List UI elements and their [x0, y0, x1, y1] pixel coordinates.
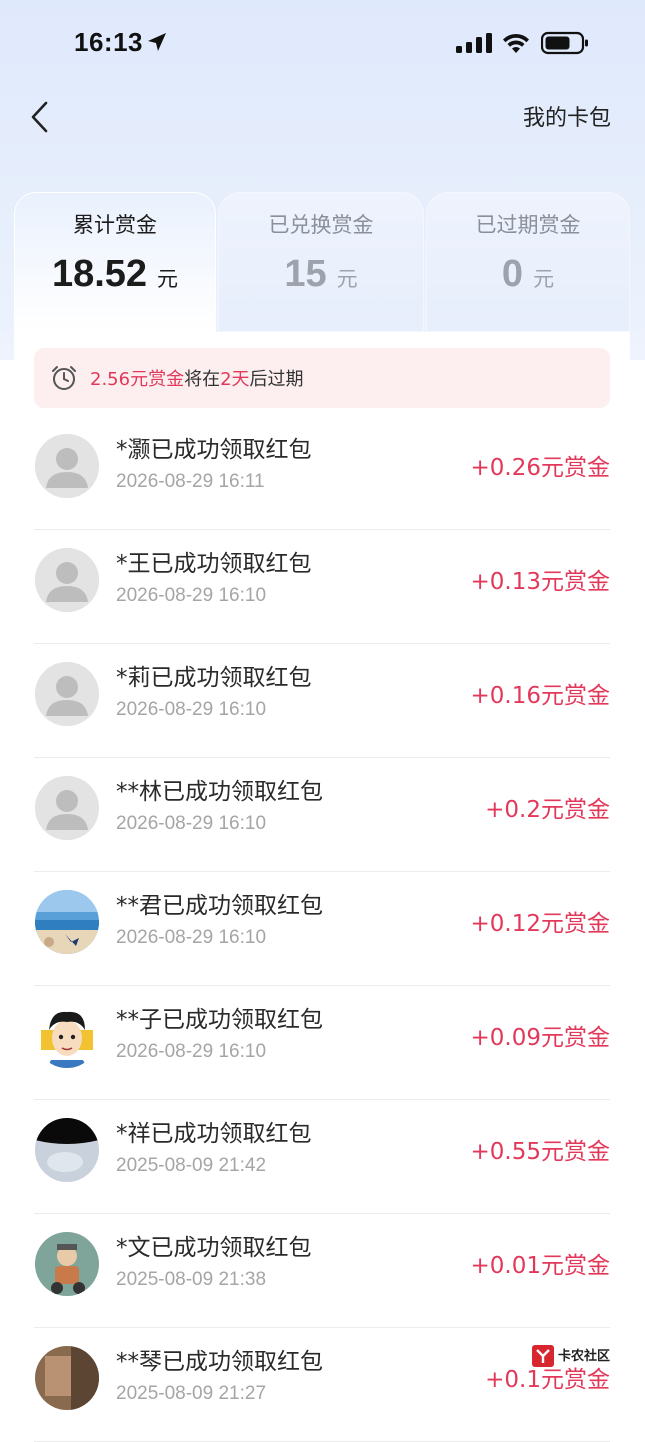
record-item[interactable]: **子已成功领取红包 2026-08-29 16:10 +0.09元赏金: [34, 986, 610, 1100]
record-time: 2025-08-09 21:42: [116, 1155, 267, 1176]
tab-label: 已过期赏金: [475, 213, 581, 237]
expiry-notice-text: 2.56元赏金将在2天后过期: [90, 365, 304, 391]
beach-photo-avatar-image: [35, 890, 99, 954]
record-title: **子已成功领取红包: [116, 1007, 323, 1033]
brown-photo-avatar-image: [35, 1346, 99, 1410]
dark-photo-avatar-image: [35, 1118, 99, 1182]
default-avatar-image: [35, 662, 99, 726]
default-avatar: [35, 548, 99, 612]
record-time: 2026-08-29 16:10: [116, 813, 267, 834]
my-card-wallet-link[interactable]: 我的卡包: [523, 100, 611, 132]
scooter-photo-avatar-image: [35, 1232, 99, 1296]
record-amount: +0.12元赏金: [470, 911, 610, 937]
cartoon-man-avatar: [35, 1004, 99, 1068]
expiring-days: 2天: [220, 369, 250, 390]
record-item[interactable]: *祥已成功领取红包 2025-08-09 21:42 +0.55元赏金: [34, 1100, 610, 1214]
record-item[interactable]: *文已成功领取红包 2025-08-09 21:38 +0.01元赏金: [34, 1214, 610, 1328]
record-time: 2025-08-09 21:27: [116, 1383, 267, 1404]
expiry-notice: 2.56元赏金将在2天后过期: [34, 348, 610, 408]
status-time: 16:13: [74, 27, 143, 57]
cellular-signal-icon: [456, 33, 492, 53]
record-item[interactable]: *莉已成功领取红包 2026-08-29 16:10 +0.16元赏金: [34, 644, 610, 758]
tab-amount-unit: 元: [336, 267, 358, 291]
record-time: 2026-08-29 16:10: [116, 585, 267, 606]
record-amount: +0.13元赏金: [470, 569, 610, 595]
wifi-icon: [503, 33, 529, 53]
record-time: 2025-08-09 21:38: [116, 1269, 267, 1290]
default-avatar-image: [35, 776, 99, 840]
back-chevron-icon[interactable]: [28, 100, 52, 134]
battery-icon: [541, 31, 588, 55]
tab-label: 已兑换赏金: [268, 213, 374, 237]
record-amount: +0.09元赏金: [470, 1025, 610, 1051]
tab-amount: 15 元: [219, 253, 423, 296]
tab-redeemed-reward[interactable]: 已兑换赏金 15 元: [218, 192, 424, 332]
alarm-clock-icon: [52, 366, 76, 390]
record-item[interactable]: **君已成功领取红包 2026-08-29 16:10 +0.12元赏金: [34, 872, 610, 986]
record-amount: +0.2元赏金: [485, 797, 610, 823]
dark-photo-avatar: [35, 1118, 99, 1182]
tab-expired-reward[interactable]: 已过期赏金 0元: [426, 192, 630, 332]
scooter-photo-avatar: [35, 1232, 99, 1296]
reward-panel: 2.56元赏金将在2天后过期 *灏已成功领取红包 2026-08-29 16:11…: [14, 332, 630, 1442]
tab-amount: 18.52 元: [15, 253, 215, 296]
watermark-text: 卡农社区: [558, 1348, 610, 1364]
notice-mid-text: 将在: [184, 369, 221, 390]
record-time: 2026-08-29 16:10: [116, 927, 267, 948]
record-title: *祥已成功领取红包: [116, 1121, 312, 1147]
tab-amount-value: 18.52: [51, 253, 148, 295]
tab-amount: 0元: [427, 253, 629, 296]
status-bar: 16:13: [0, 0, 645, 88]
tab-amount-value: 15: [284, 253, 327, 295]
record-title: *王已成功领取红包: [116, 551, 312, 577]
record-item[interactable]: *王已成功领取红包 2026-08-29 16:10 +0.13元赏金: [34, 530, 610, 644]
record-amount: +0.01元赏金: [470, 1253, 610, 1279]
record-amount: +0.55元赏金: [470, 1139, 610, 1165]
record-title: *莉已成功领取红包: [116, 665, 312, 691]
record-time: 2026-08-29 16:11: [116, 471, 265, 492]
record-item[interactable]: **林已成功领取红包 2026-08-29 16:10 +0.2元赏金: [34, 758, 610, 872]
record-amount: +0.26元赏金: [470, 455, 610, 481]
watermark-logo: 卡农社区: [532, 1345, 610, 1367]
tab-amount-unit: 元: [157, 267, 179, 291]
beach-photo-avatar: [35, 890, 99, 954]
record-title: *文已成功领取红包: [116, 1235, 312, 1261]
record-time: 2026-08-29 16:10: [116, 1041, 267, 1062]
record-title: **琴已成功领取红包: [116, 1349, 323, 1375]
tab-amount-value: 0: [501, 253, 524, 295]
cartoon-man-avatar-image: [35, 1004, 99, 1068]
tab-total-reward[interactable]: 累计赏金 18.52 元: [14, 192, 216, 332]
record-item[interactable]: **琴已成功领取红包 2025-08-09 21:27 +0.1元赏金: [34, 1328, 610, 1442]
record-time: 2026-08-29 16:10: [116, 699, 267, 720]
location-arrow-icon: [148, 33, 166, 51]
default-avatar-image: [35, 434, 99, 498]
default-avatar: [35, 434, 99, 498]
record-title: *灏已成功领取红包: [116, 437, 312, 463]
record-title: **林已成功领取红包: [116, 779, 323, 805]
notice-end-text: 后过期: [249, 369, 304, 390]
expiring-amount: 2.56元赏金: [90, 369, 185, 390]
record-item[interactable]: *灏已成功领取红包 2026-08-29 16:11 +0.26元赏金: [34, 416, 610, 530]
record-title: **君已成功领取红包: [116, 893, 323, 919]
default-avatar: [35, 776, 99, 840]
default-avatar-image: [35, 548, 99, 612]
tab-amount-unit: 元: [533, 267, 555, 291]
record-amount: +0.16元赏金: [470, 683, 610, 709]
tab-label: 累计赏金: [73, 213, 157, 237]
navigation-bar: 我的卡包: [0, 88, 645, 148]
default-avatar: [35, 662, 99, 726]
reward-record-list: *灏已成功领取红包 2026-08-29 16:11 +0.26元赏金 *王已成功领取…: [34, 416, 610, 1442]
reward-tabs: 累计赏金 18.52 元 已兑换赏金 15 元 已过期赏金 0元: [0, 192, 645, 332]
brown-photo-avatar: [35, 1346, 99, 1410]
